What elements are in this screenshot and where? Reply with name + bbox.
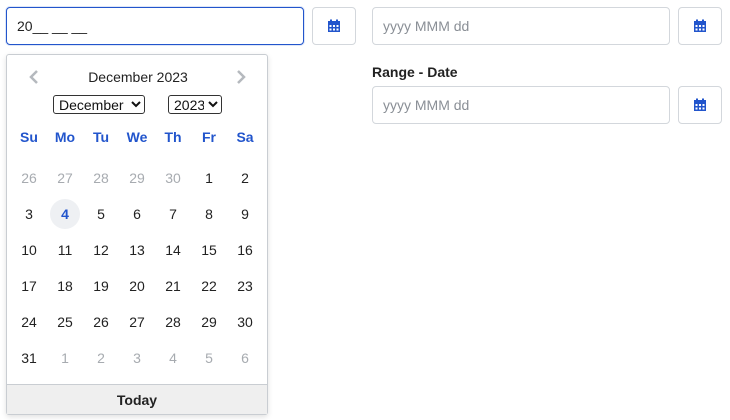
calendar-button[interactable]: [312, 7, 356, 45]
weekday-header: Fr: [202, 129, 216, 145]
calendar-day[interactable]: 8: [194, 199, 224, 229]
date-input-placeholder: yyyy MMM dd: [383, 18, 470, 34]
calendar-popup: December 2023 December 2023 Today Su Mo Tu…: [6, 54, 268, 415]
next-month-button[interactable]: [233, 69, 249, 85]
calendar-day-outside[interactable]: 1: [50, 343, 80, 373]
calendar-day[interactable]: 10: [14, 235, 44, 265]
date-input[interactable]: 20__ __ __: [6, 7, 304, 45]
calendar-day[interactable]: 23: [230, 271, 260, 301]
calendar-day[interactable]: 7: [158, 199, 188, 229]
calendar-day-outside[interactable]: 26: [14, 163, 44, 193]
range-date-placeholder: yyyy MMM dd: [383, 97, 470, 113]
range-date-input[interactable]: yyyy MMM dd: [372, 86, 670, 124]
calendar-day[interactable]: 31: [14, 343, 44, 373]
calendar-day[interactable]: 27: [122, 307, 152, 337]
calendar-day[interactable]: 3: [14, 199, 44, 229]
calendar-day[interactable]: 14: [158, 235, 188, 265]
calendar-day-outside[interactable]: 2: [86, 343, 116, 373]
chevron-right-icon: [233, 69, 249, 85]
weekday-header: Th: [164, 129, 182, 145]
calendar-day[interactable]: 13: [122, 235, 152, 265]
calendar-day-outside[interactable]: 3: [122, 343, 152, 373]
calendar-day[interactable]: 12: [86, 235, 116, 265]
calendar-icon: [693, 19, 707, 33]
month-select[interactable]: December: [53, 95, 145, 114]
weekday-header: Mo: [54, 129, 76, 145]
calendar-day-outside[interactable]: 5: [194, 343, 224, 373]
calendar-day[interactable]: 20: [122, 271, 152, 301]
calendar-icon: [327, 19, 341, 33]
date-input-secondary[interactable]: yyyy MMM dd: [372, 7, 670, 45]
calendar-day[interactable]: 2: [230, 163, 260, 193]
calendar-day[interactable]: 11: [50, 235, 80, 265]
calendar-day-outside[interactable]: 27: [50, 163, 80, 193]
weekday-header: Sa: [236, 129, 254, 145]
calendar-day[interactable]: 5: [86, 199, 116, 229]
calendar-day[interactable]: 4: [50, 199, 80, 229]
calendar-day[interactable]: 25: [50, 307, 80, 337]
calendar-day[interactable]: 17: [14, 271, 44, 301]
calendar-day[interactable]: 16: [230, 235, 260, 265]
calendar-day[interactable]: 28: [158, 307, 188, 337]
calendar-day[interactable]: 30: [230, 307, 260, 337]
weekday-header: We: [126, 129, 148, 145]
calendar-day-outside[interactable]: 29: [122, 163, 152, 193]
calendar-day[interactable]: 24: [14, 307, 44, 337]
range-date-label: Range - Date: [372, 64, 458, 80]
calendar-day-outside[interactable]: 4: [158, 343, 188, 373]
calendar-day[interactable]: 1: [194, 163, 224, 193]
calendar-day[interactable]: 6: [122, 199, 152, 229]
calendar-day[interactable]: 15: [194, 235, 224, 265]
calendar-day-outside[interactable]: 28: [86, 163, 116, 193]
calendar-day[interactable]: 26: [86, 307, 116, 337]
date-input-value: 20__ __ __: [17, 18, 88, 34]
weekday-header: Tu: [92, 129, 110, 145]
today-button[interactable]: Today: [7, 384, 267, 414]
range-calendar-button[interactable]: [678, 86, 722, 124]
calendar-month-title: December 2023: [88, 69, 188, 85]
calendar-day[interactable]: 9: [230, 199, 260, 229]
year-select[interactable]: 2023: [168, 95, 222, 114]
calendar-button-secondary[interactable]: [678, 7, 722, 45]
calendar-day-outside[interactable]: 30: [158, 163, 188, 193]
calendar-day[interactable]: 29: [194, 307, 224, 337]
calendar-icon: [693, 98, 707, 112]
calendar-day[interactable]: 22: [194, 271, 224, 301]
calendar-day[interactable]: 21: [158, 271, 188, 301]
calendar-day-outside[interactable]: 6: [230, 343, 260, 373]
weekday-header: Su: [20, 129, 38, 145]
calendar-day[interactable]: 18: [50, 271, 80, 301]
calendar-day[interactable]: 19: [86, 271, 116, 301]
